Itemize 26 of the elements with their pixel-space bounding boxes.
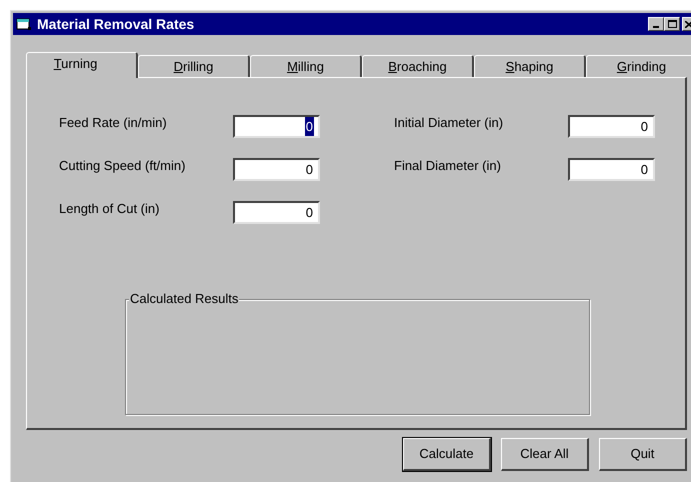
field-label: Feed Rate (in/min) [59, 115, 168, 131]
maximize-button[interactable] [664, 17, 680, 31]
field-label: Final Diameter (in) [394, 158, 502, 174]
tab[interactable]: Drilling [138, 55, 250, 77]
field-label: Initial Diameter (in) [394, 115, 504, 131]
minimize-icon [653, 26, 659, 28]
input-field[interactable]: 0 [233, 201, 320, 224]
input-field[interactable]: 0 [568, 115, 655, 138]
action-button[interactable]: Quit [599, 438, 687, 471]
window-icon [16, 17, 32, 31]
field-label: Cutting Speed (ft/min) [59, 158, 186, 174]
input-field[interactable]: 0 [233, 115, 320, 138]
tab[interactable]: Grinding [586, 55, 691, 77]
action-button[interactable]: Clear All [501, 438, 589, 471]
tab[interactable]: Broaching [362, 55, 474, 77]
maximize-icon [668, 20, 676, 28]
tab[interactable]: Milling [250, 55, 362, 77]
close-icon [685, 20, 691, 28]
input-field[interactable]: 0 [233, 158, 320, 181]
tab[interactable]: Turning [26, 52, 138, 78]
action-button[interactable]: Calculate [403, 438, 491, 471]
tab[interactable]: Shaping [474, 55, 586, 77]
input-field[interactable]: 0 [568, 158, 655, 181]
field-label: Length of Cut (in) [59, 201, 160, 217]
window-title: Material Removal Rates [37, 14, 194, 34]
minimize-button[interactable] [648, 17, 664, 31]
